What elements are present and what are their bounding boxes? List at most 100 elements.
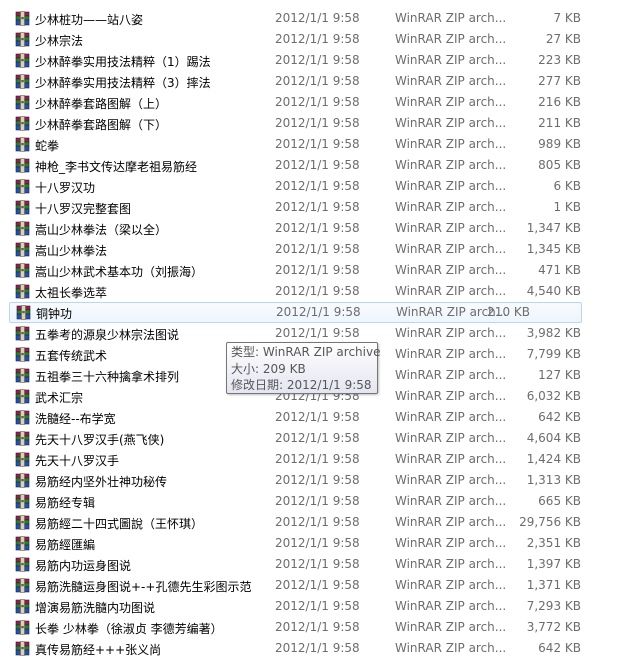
file-date: 2012/1/1 9:58 — [275, 11, 360, 25]
file-date: 2012/1/1 9:58 — [275, 473, 360, 487]
file-row[interactable]: 少林宗法 2012/1/1 9:58 WinRAR ZIP arch... 27 KB — [0, 29, 642, 50]
file-date: 2012/1/1 9:58 — [275, 452, 360, 466]
winrar-archive-icon — [15, 473, 30, 488]
tooltip-modified: 修改日期: 2012/1/1 9:58 — [231, 378, 372, 392]
file-type: WinRAR ZIP arch... — [395, 158, 507, 172]
file-row[interactable]: 易筋内功运身图说 2012/1/1 9:58 WinRAR ZIP arch... 1… — [0, 554, 642, 575]
file-type: WinRAR ZIP arch... — [395, 116, 507, 130]
file-row[interactable]: 十八罗汉完整套图 2012/1/1 9:58 WinRAR ZIP arch... 1… — [0, 197, 642, 218]
file-row[interactable]: 少林醉拳套路图解（下） 2012/1/1 9:58 WinRAR ZIP arch.… — [0, 113, 642, 134]
file-name: 十八罗汉完整套图 — [35, 202, 132, 216]
file-name: 蛇拳 — [35, 139, 60, 153]
tooltip-size: 大小: 209 KB — [231, 361, 306, 376]
file-row[interactable]: 十八罗汉功 2012/1/1 9:58 WinRAR ZIP arch... 6 KB — [0, 176, 642, 197]
file-row[interactable]: 神枪_李书文传达摩老祖易筋经 2012/1/1 9:58 WinRAR ZIP ar… — [0, 155, 642, 176]
file-row[interactable]: 铜钟功 2012/1/1 9:58 WinRAR ZIP arch... 210 KB — [9, 302, 582, 323]
file-row[interactable]: 先天十八罗汉手(燕飞侠) 2012/1/1 9:58 WinRAR ZIP arch… — [0, 428, 642, 449]
file-size: 989 KB — [538, 137, 581, 151]
file-type: WinRAR ZIP arch... — [395, 53, 507, 67]
winrar-archive-icon — [15, 53, 30, 68]
file-name: 少林桩功——站八姿 — [35, 13, 144, 27]
file-row[interactable]: 少林醉拳实用技法精粹（3）摔法 2012/1/1 9:58 WinRAR ZIP a… — [0, 71, 642, 92]
file-size: 6 KB — [553, 179, 581, 193]
file-size: 27 KB — [545, 32, 581, 46]
file-size: 1,313 KB — [526, 473, 581, 487]
file-size: 210 KB — [487, 305, 530, 319]
file-row[interactable]: 真传易筋经+++张义尚 2012/1/1 9:58 WinRAR ZIP arch.… — [0, 638, 642, 659]
file-row[interactable]: 易筋經匯編 2012/1/1 9:58 WinRAR ZIP arch... 2,35… — [0, 533, 642, 554]
file-date: 2012/1/1 9:58 — [275, 515, 360, 529]
file-type: WinRAR ZIP arch... — [395, 242, 507, 256]
file-size: 7,293 KB — [526, 599, 581, 613]
winrar-archive-icon — [15, 620, 30, 635]
file-name: 易筋经内坚外壮神功秘传 — [35, 475, 168, 489]
file-size: 223 KB — [538, 53, 581, 67]
file-size: 665 KB — [538, 494, 581, 508]
winrar-archive-icon — [15, 347, 30, 362]
file-type: WinRAR ZIP arch... — [395, 578, 507, 592]
file-row[interactable]: 洗髓经--布学宽 2012/1/1 9:58 WinRAR ZIP arch... 6… — [0, 407, 642, 428]
file-row[interactable]: 长拳 少林拳（徐淑贞 李德芳编著） 2012/1/1 9:58 WinRAR ZIP… — [0, 617, 642, 638]
file-size: 4,540 KB — [526, 284, 581, 298]
file-row[interactable]: 太祖长拳选萃 2012/1/1 9:58 WinRAR ZIP arch... 4,5… — [0, 281, 642, 302]
file-date: 2012/1/1 9:58 — [275, 536, 360, 550]
winrar-archive-icon — [15, 263, 30, 278]
file-name: 洗髓经--布学宽 — [35, 412, 116, 426]
file-date: 2012/1/1 9:58 — [275, 263, 360, 277]
file-row[interactable]: 易筋洗髓运身图说+-+孔德先生彩图示范 2012/1/1 9:58 WinRAR Z… — [0, 575, 642, 596]
winrar-archive-icon — [15, 116, 30, 131]
file-row[interactable]: 嵩山少林武术基本功（刘振海） 2012/1/1 9:58 WinRAR ZIP ar… — [0, 260, 642, 281]
winrar-archive-icon — [15, 368, 30, 383]
winrar-archive-icon — [15, 200, 30, 215]
file-row[interactable]: 嵩山少林拳法（梁以全） 2012/1/1 9:58 WinRAR ZIP arch.… — [0, 218, 642, 239]
winrar-archive-icon — [15, 452, 30, 467]
file-size: 211 KB — [538, 116, 581, 130]
file-row[interactable]: 少林醉拳套路图解（上） 2012/1/1 9:58 WinRAR ZIP arch.… — [0, 92, 642, 113]
file-name: 嵩山少林拳法 — [35, 244, 108, 258]
file-row[interactable]: 少林醉拳实用技法精粹（1）踢法 2012/1/1 9:58 WinRAR ZIP a… — [0, 50, 642, 71]
file-name: 五拳考的源泉少林宗法图说 — [35, 328, 180, 342]
file-name: 真传易筋经+++张义尚 — [35, 643, 162, 657]
file-size: 7,799 KB — [526, 347, 581, 361]
file-date: 2012/1/1 9:58 — [275, 32, 360, 46]
file-row[interactable]: 五拳考的源泉少林宗法图说 2012/1/1 9:58 WinRAR ZIP arch… — [0, 323, 642, 344]
file-name: 易筋洗髓运身图说+-+孔德先生彩图示范 — [35, 580, 252, 594]
file-type: WinRAR ZIP arch... — [395, 515, 507, 529]
winrar-archive-icon — [16, 305, 31, 320]
file-name: 先天十八罗汉手(燕飞侠) — [35, 433, 165, 447]
file-date: 2012/1/1 9:58 — [275, 410, 360, 424]
winrar-archive-icon — [15, 74, 30, 89]
file-row[interactable]: 嵩山少林拳法 2012/1/1 9:58 WinRAR ZIP arch... 1,3… — [0, 239, 642, 260]
file-row[interactable]: 易筋经内坚外壮神功秘传 2012/1/1 9:58 WinRAR ZIP arch.… — [0, 470, 642, 491]
file-name: 少林醉拳实用技法精粹（1）踢法 — [35, 55, 211, 69]
file-size: 2,351 KB — [526, 536, 581, 550]
file-size: 7 KB — [553, 11, 581, 25]
file-name: 十八罗汉功 — [35, 181, 96, 195]
file-row[interactable]: 先天十八罗汉手 2012/1/1 9:58 WinRAR ZIP arch... 1,… — [0, 449, 642, 470]
winrar-archive-icon — [15, 179, 30, 194]
file-size: 1,424 KB — [526, 452, 581, 466]
winrar-archive-icon — [15, 221, 30, 236]
file-name: 五祖拳三十六种擒拿术排列 — [35, 370, 180, 384]
file-size: 4,604 KB — [526, 431, 581, 445]
file-row[interactable]: 易筋經二十四式圖說（王怀琪） 2012/1/1 9:58 WinRAR ZIP ar… — [0, 512, 642, 533]
file-type: WinRAR ZIP arch... — [395, 284, 507, 298]
file-size: 3,772 KB — [526, 620, 581, 634]
file-type: WinRAR ZIP arch... — [395, 410, 507, 424]
file-date: 2012/1/1 9:58 — [275, 578, 360, 592]
file-name: 少林醉拳套路图解（上） — [35, 97, 168, 111]
file-row[interactable]: 蛇拳 2012/1/1 9:58 WinRAR ZIP arch... 989 KB — [0, 134, 642, 155]
file-name: 武术汇宗 — [35, 391, 84, 405]
file-name: 嵩山少林武术基本功（刘振海） — [35, 265, 204, 279]
winrar-archive-icon — [15, 95, 30, 110]
file-date: 2012/1/1 9:58 — [275, 557, 360, 571]
winrar-archive-icon — [15, 515, 30, 530]
file-type: WinRAR ZIP arch... — [395, 326, 507, 340]
file-date: 2012/1/1 9:58 — [275, 95, 360, 109]
file-date: 2012/1/1 9:58 — [275, 137, 360, 151]
file-row[interactable]: 增演易筋洗髓内功图说 2012/1/1 9:58 WinRAR ZIP arch..… — [0, 596, 642, 617]
file-row[interactable]: 易筋经专辑 2012/1/1 9:58 WinRAR ZIP arch... 665 … — [0, 491, 642, 512]
file-row[interactable]: 少林桩功——站八姿 2012/1/1 9:58 WinRAR ZIP arch...… — [0, 8, 642, 29]
file-date: 2012/1/1 9:58 — [275, 431, 360, 445]
file-name: 少林醉拳套路图解（下） — [35, 118, 168, 132]
